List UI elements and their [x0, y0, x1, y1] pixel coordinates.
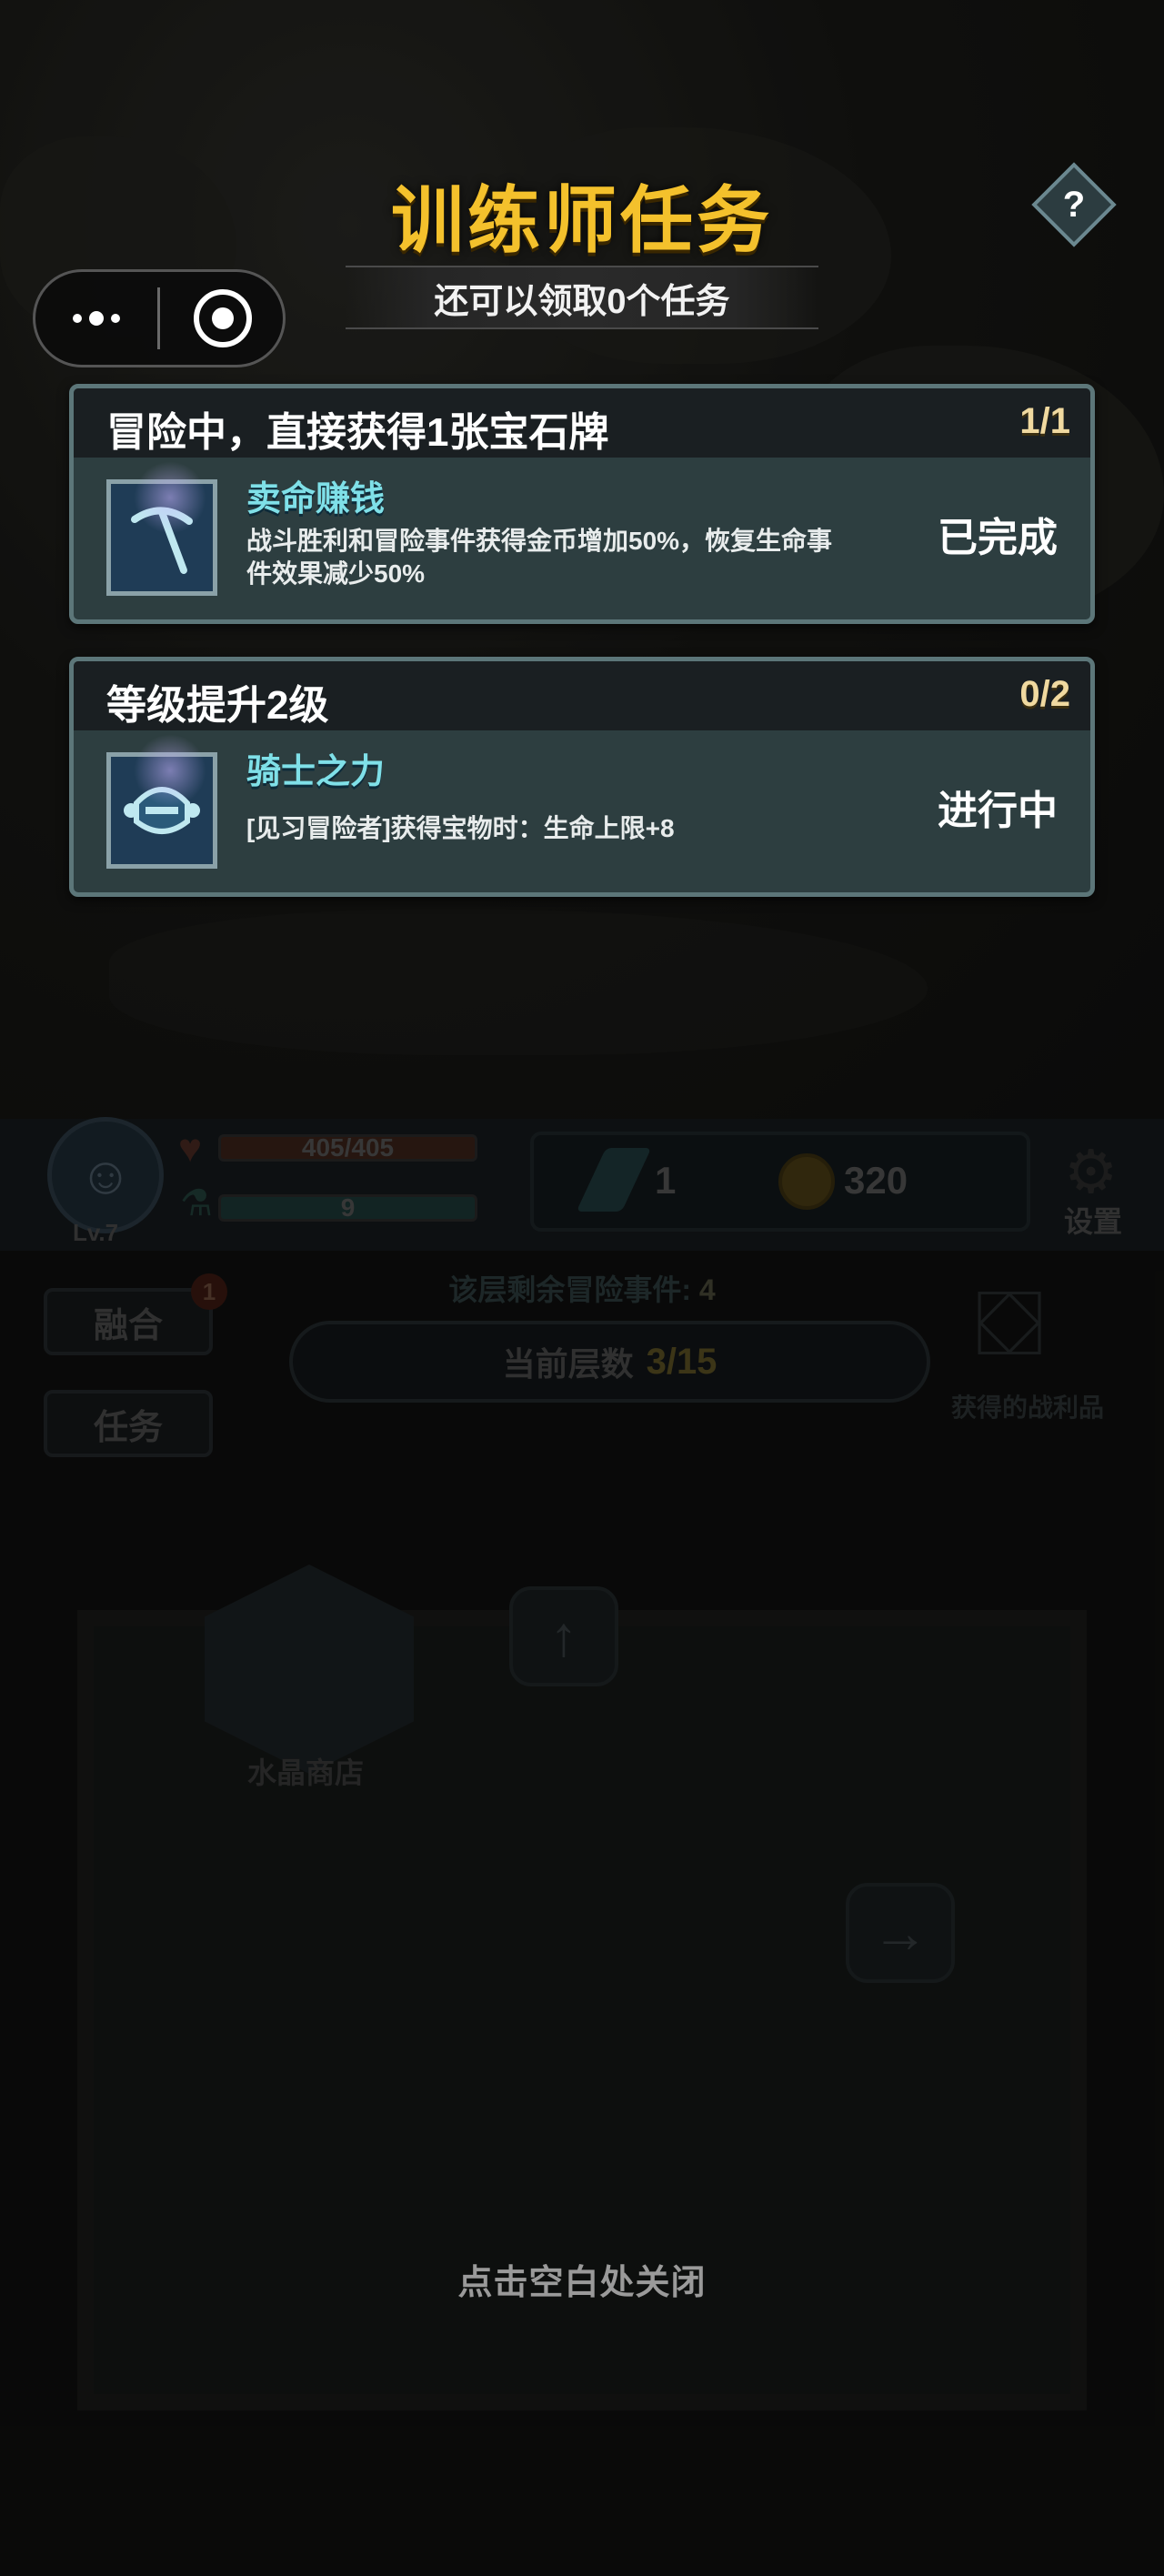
- help-icon[interactable]: ?: [1044, 175, 1104, 235]
- page-subtitle: 还可以领取0个任务: [434, 283, 730, 321]
- task-status: 进行中: [938, 789, 1058, 833]
- task-description: 战斗胜利和冒险事件获得金币增加50%，恢复生命事件效果减少50%: [246, 527, 833, 588]
- task-description: [见习冒险者]获得宝物时：生命上限+8: [246, 814, 675, 842]
- floor-value: 3/15: [646, 1341, 717, 1382]
- floor-indicator: 当前层数 3/15: [289, 1321, 930, 1403]
- remaining-events-count: 4: [698, 1273, 716, 1306]
- close-hint[interactable]: 点击空白处关闭: [0, 2254, 1164, 2304]
- task-skill-name: 骑士之力: [246, 753, 386, 791]
- gold-coin-icon: [778, 1153, 835, 1210]
- player-avatar[interactable]: ☺: [47, 1117, 164, 1233]
- heart-icon: ♥: [178, 1126, 203, 1171]
- arrow-right-button[interactable]: →: [846, 1883, 955, 1983]
- gear-icon[interactable]: ⚙: [1064, 1137, 1118, 1207]
- mp-value: 9: [340, 1193, 356, 1222]
- mp-bar: 9: [218, 1193, 477, 1222]
- player-level: Lv.7: [73, 1219, 119, 1246]
- arrow-up-icon: ↑: [549, 1605, 578, 1668]
- task-skill-name: 卖命赚钱: [246, 480, 386, 518]
- task-card[interactable]: 等级提升2级 0/2 骑士之力 [见习冒险者]获得宝物时：生命上限+8 进行中: [69, 657, 1095, 897]
- remaining-events-label: 该层剩余冒险事件:: [448, 1273, 691, 1306]
- crystal-count: 1: [655, 1159, 677, 1202]
- hp-value: 405/405: [301, 1133, 395, 1162]
- arrow-right-icon: →: [872, 1901, 928, 1965]
- floor-label: 当前层数: [502, 1345, 634, 1383]
- task-card[interactable]: 冒险中，直接获得1张宝石牌 1/1 卖命赚钱 战斗胜利和冒险事件获得金币增加50…: [69, 384, 1095, 624]
- settings-label[interactable]: 设置: [1064, 1199, 1122, 1241]
- task-progress: 0/2: [1019, 674, 1070, 714]
- loot-label[interactable]: 获得的战利品: [951, 1388, 1104, 1424]
- page-title: 训练师任务: [391, 180, 773, 261]
- tasks-button[interactable]: 任务: [44, 1390, 213, 1457]
- task-title: 冒险中，直接获得1张宝石牌: [106, 410, 609, 455]
- tasks-label: 任务: [93, 1408, 163, 1447]
- task-title: 等级提升2级: [106, 683, 329, 728]
- icon-glow: [134, 461, 206, 534]
- icon-glow: [134, 734, 206, 807]
- task-progress: 1/1: [1019, 401, 1070, 441]
- task-status: 已完成: [938, 516, 1058, 560]
- flask-icon: ⚗: [180, 1183, 213, 1223]
- crystal-shop-label[interactable]: 水晶商店: [247, 1750, 364, 1792]
- game-screen[interactable]: ☺ Lv.7 ♥ 405/405 ⚗ 9 1 320 ⚙ 设置 融合 1 任务 …: [0, 0, 1164, 2576]
- treasure-chest-icon[interactable]: ⛋: [975, 1272, 1044, 1377]
- arrow-up-button[interactable]: ↑: [509, 1586, 618, 1686]
- hp-bar: 405/405: [218, 1133, 477, 1162]
- gold-count: 320: [844, 1159, 908, 1202]
